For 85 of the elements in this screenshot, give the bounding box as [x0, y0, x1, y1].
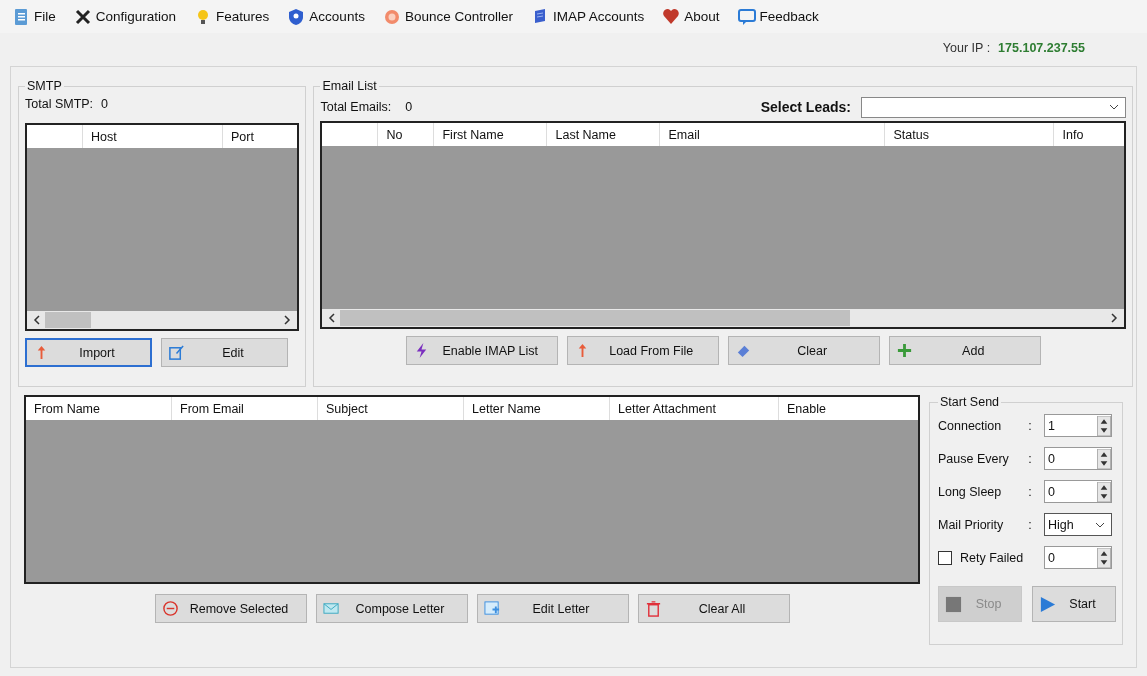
chevron-right-icon[interactable]: [1110, 313, 1118, 323]
action-button[interactable]: Enable IMAP List: [405, 336, 558, 365]
number-spinner[interactable]: 0: [1044, 480, 1112, 503]
action-button[interactable]: Remove Selected: [154, 594, 307, 623]
ip-address: 175.107.237.55: [998, 41, 1085, 57]
column-header[interactable]: From Email: [180, 401, 244, 416]
square-icon: [945, 595, 962, 613]
select-leads-label: Select Leads:: [760, 99, 851, 115]
action-button[interactable]: Add: [888, 336, 1041, 365]
menu-item[interactable]: Accounts: [283, 5, 369, 28]
total-label: Total SMTP:: [25, 97, 94, 111]
setting-label: Long Sleep: [938, 484, 1003, 499]
start-button[interactable]: Start: [1032, 586, 1116, 622]
column-header[interactable]: First Name: [442, 127, 504, 142]
column-header[interactable]: Info: [1062, 127, 1084, 142]
shield-icon: [287, 7, 306, 26]
number-spinner[interactable]: 1: [1044, 414, 1112, 437]
chevron-right-icon[interactable]: [283, 315, 292, 325]
menu-item[interactable]: About: [658, 5, 724, 28]
scrollbar-thumb[interactable]: [45, 312, 91, 328]
play-icon: [1039, 595, 1056, 613]
total-count: 0: [405, 100, 413, 114]
minus-circle-icon: [161, 600, 179, 617]
colon: :: [1027, 484, 1033, 499]
chat-icon: [737, 7, 756, 26]
menu-item[interactable]: Features: [190, 5, 274, 28]
colon: :: [1027, 517, 1033, 532]
colon: :: [1027, 451, 1033, 466]
colon: :: [1027, 418, 1033, 433]
setting-label: Connection: [938, 418, 1003, 433]
column-header[interactable]: Letter Name: [472, 401, 541, 416]
group-title: Start Send: [939, 395, 1001, 409]
menu-item[interactable]: Configuration: [69, 5, 181, 28]
group-title: Email List: [321, 79, 378, 93]
chevron-down-icon: [1095, 521, 1105, 528]
column-header[interactable]: Enable: [787, 401, 826, 416]
column-header[interactable]: Email: [668, 127, 700, 142]
column-header[interactable]: Host: [91, 129, 117, 144]
edit-icon: [168, 344, 185, 361]
setting-label: Pause Every: [938, 451, 1010, 466]
action-button[interactable]: Edit: [161, 338, 288, 367]
ip-label: Your IP :: [942, 41, 991, 57]
column-header[interactable]: No: [386, 127, 403, 142]
column-header[interactable]: Subject: [326, 401, 368, 416]
document-icon: [12, 7, 30, 26]
number-spinner[interactable]: 0: [1044, 447, 1112, 470]
plus-icon: [895, 342, 913, 359]
column-header[interactable]: Status: [893, 127, 929, 142]
action-button[interactable]: Import: [25, 338, 152, 367]
scrollbar-thumb[interactable]: [340, 310, 851, 326]
trash-icon: [644, 600, 662, 617]
leads-dropdown[interactable]: [861, 96, 1126, 118]
horizontal-scrollbar[interactable]: [27, 311, 298, 329]
spin-arrows-icon: [1097, 415, 1111, 436]
action-button[interactable]: Compose Letter: [315, 594, 468, 623]
group-title: SMTP: [26, 79, 63, 93]
total-count: 0: [101, 97, 109, 111]
chevron-down-icon: [1109, 104, 1119, 110]
checkbox[interactable]: [938, 550, 952, 565]
setting-label: Rety Failed: [960, 550, 1024, 565]
spin-arrows-icon: [1097, 481, 1111, 502]
menu-item[interactable]: Bounce Controller: [378, 5, 517, 28]
action-button[interactable]: Load From File: [566, 336, 719, 365]
spin-arrows-icon: [1097, 547, 1111, 568]
add-window-icon: [483, 600, 501, 617]
chevron-left-icon[interactable]: [328, 313, 337, 323]
chevron-left-icon[interactable]: [33, 315, 41, 325]
menu-item[interactable]: File: [8, 5, 60, 28]
column-header[interactable]: From Name: [34, 401, 100, 416]
number-spinner[interactable]: 0: [1044, 546, 1112, 569]
total-label: Total Emails:: [320, 100, 392, 114]
column-header[interactable]: Port: [231, 129, 254, 144]
setting-label: Mail Priority: [938, 517, 1005, 532]
action-button[interactable]: Clear: [727, 336, 880, 365]
heart-icon: [662, 7, 681, 26]
spin-arrows-icon: [1097, 448, 1111, 469]
column-header[interactable]: Last Name: [555, 127, 616, 142]
menu-item[interactable]: Feedback: [733, 5, 823, 28]
action-button[interactable]: Clear All: [637, 594, 790, 623]
menu-item[interactable]: IMAP Accounts: [526, 5, 649, 28]
action-button[interactable]: Edit Letter: [476, 594, 629, 623]
column-header[interactable]: Letter Attachment: [618, 401, 716, 416]
envelope-icon: [322, 600, 340, 617]
horizontal-scrollbar[interactable]: [322, 309, 1124, 327]
priority-dropdown[interactable]: High: [1044, 513, 1112, 536]
